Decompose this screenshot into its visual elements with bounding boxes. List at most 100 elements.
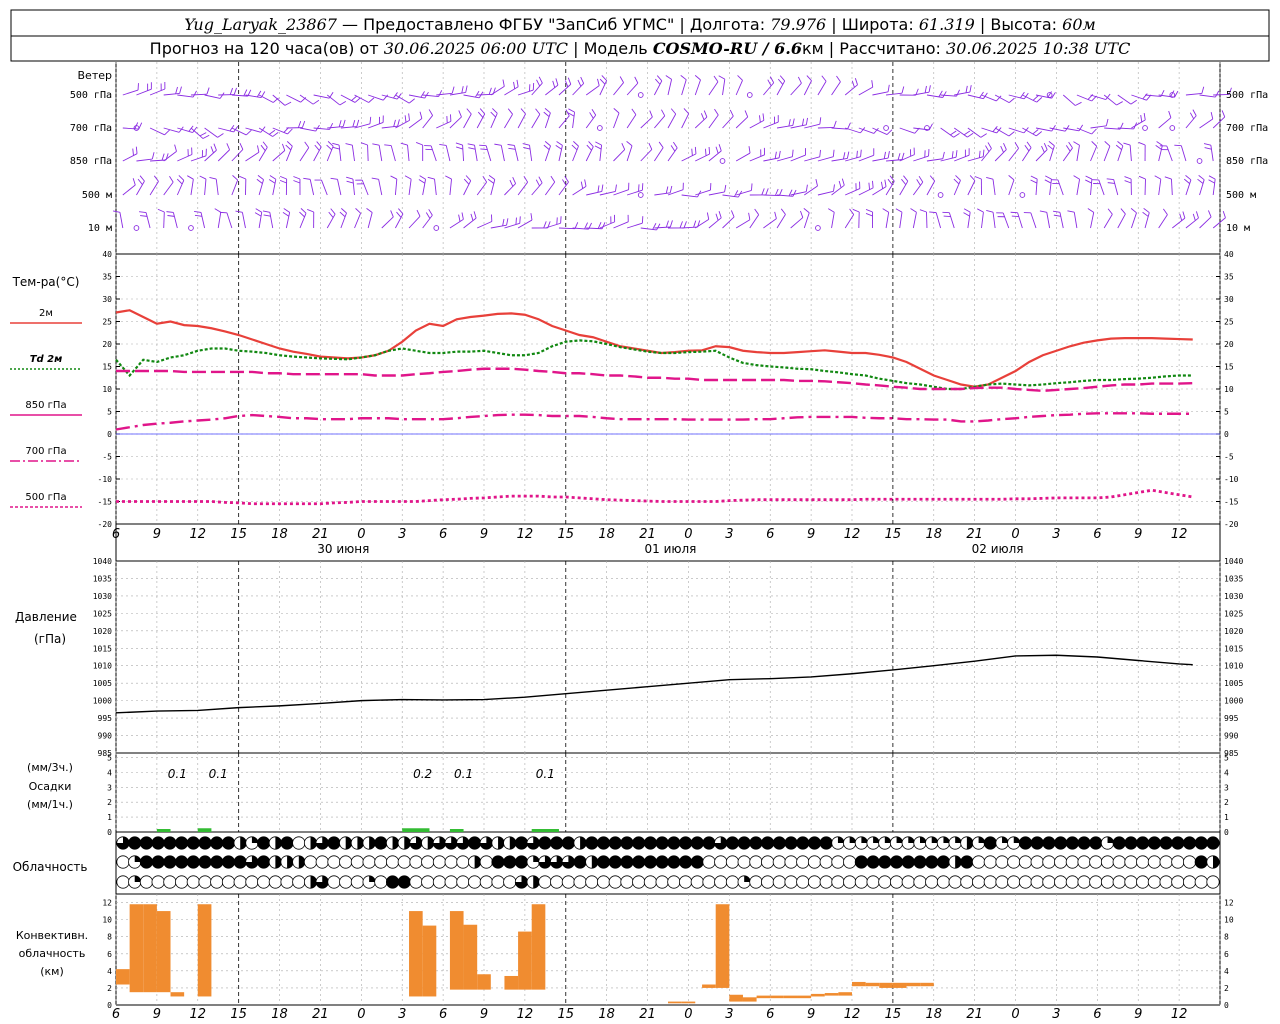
wind-feather — [140, 215, 148, 217]
wind-feather — [272, 132, 279, 137]
wind-feather — [665, 186, 669, 194]
wind-feather — [708, 146, 711, 155]
wind-feather — [1138, 175, 1146, 180]
cloud-symbol — [714, 855, 728, 869]
wind-barb — [994, 149, 1007, 162]
wind-feather — [329, 122, 334, 130]
wind-feather — [339, 101, 347, 106]
wind-barb — [722, 194, 739, 198]
wind-feather — [455, 142, 463, 146]
wind-barb — [1062, 147, 1073, 162]
cloud-symbol — [1136, 855, 1150, 869]
pres-tick-right: 1035 — [1224, 574, 1243, 583]
conv-bar — [852, 981, 866, 987]
prec-tick-right: 3 — [1224, 783, 1229, 792]
wind-feather — [326, 144, 333, 151]
wind-feather — [390, 210, 394, 218]
wind-barb — [912, 212, 917, 229]
wind-barb — [513, 145, 519, 162]
wind-barb — [136, 158, 153, 162]
wind-feather — [1091, 128, 1097, 135]
hour-label: 9 — [1134, 1007, 1142, 1022]
wind-barb — [736, 189, 752, 196]
temp-tick-right: 25 — [1224, 318, 1234, 327]
wind-level-500m-right: 500 м — [1226, 190, 1256, 201]
wind-barb — [572, 112, 575, 129]
wind-barb — [763, 82, 775, 96]
cloud-overcast — [655, 836, 669, 850]
wind-feather — [494, 143, 502, 146]
cloud-overcast — [374, 836, 388, 850]
cloud-overcast — [198, 836, 212, 850]
wind-feather — [281, 143, 286, 151]
cloud-symbol — [1136, 875, 1150, 889]
cloud-symbol — [784, 875, 798, 889]
cloud-symbol — [1182, 855, 1197, 869]
cloud-symbol — [831, 855, 845, 869]
wind-feather — [938, 90, 943, 98]
conv-bar — [129, 904, 144, 993]
wind-barb — [599, 221, 615, 229]
pres-tick-left: 995 — [98, 714, 113, 723]
wind-barb — [899, 212, 903, 229]
wind-barb — [599, 190, 616, 196]
wind-feather — [473, 211, 477, 219]
wind-barb — [354, 213, 362, 229]
cloud-overcast — [175, 855, 189, 869]
wind-feather — [332, 142, 340, 146]
wind-barb — [776, 80, 786, 96]
wind-barb — [163, 92, 180, 96]
wind-feather — [269, 175, 277, 180]
wind-feather — [910, 208, 917, 213]
wind-feather — [868, 182, 870, 190]
wind-feather — [895, 208, 903, 213]
wind-feather — [479, 144, 487, 147]
hour-label: 3 — [725, 527, 733, 542]
wind-feather — [1170, 90, 1175, 97]
wind-barb — [531, 113, 541, 129]
cloud-overcast — [175, 836, 189, 850]
wind-barb — [531, 182, 543, 196]
wind-feather — [963, 212, 970, 217]
wind-barb — [776, 214, 786, 229]
wind-level-500m: 500 м — [82, 190, 112, 201]
wind-feather — [371, 177, 379, 180]
wind-feather — [833, 120, 837, 128]
wind-feather — [1116, 101, 1123, 106]
hour-label: 0 — [357, 1007, 365, 1022]
wind-feather — [520, 108, 526, 115]
cloud-overcast — [632, 855, 646, 869]
wind-barb — [1158, 179, 1162, 196]
wind-feather — [1117, 141, 1124, 147]
wind-feather — [838, 180, 842, 188]
wind-feather — [1174, 90, 1179, 98]
model-unit: км — [802, 39, 824, 58]
wind-feather — [506, 218, 509, 226]
wind-feather — [219, 92, 225, 99]
wind-barb — [1076, 127, 1092, 135]
wind-barb — [1171, 178, 1173, 196]
conv-tick-right: 2 — [1224, 984, 1229, 993]
wind-barb — [1057, 179, 1064, 196]
cloud-symbol — [1018, 855, 1033, 869]
hour-label: 9 — [480, 1007, 488, 1022]
wind-feather — [769, 76, 775, 83]
cloud-overcast — [1089, 836, 1103, 850]
wind-barb — [749, 119, 765, 129]
calm-circle — [637, 92, 644, 98]
wind-barb — [326, 213, 336, 229]
cloud-symbol — [432, 875, 447, 889]
wind-feather — [634, 76, 639, 84]
cloud-overcast — [690, 855, 704, 869]
wind-feather — [166, 211, 174, 213]
hour-label: 6 — [1093, 527, 1101, 542]
wind-feather — [1008, 131, 1015, 137]
wind-barb — [1008, 179, 1015, 196]
wind-barb — [1049, 179, 1052, 196]
cloud-symbol — [925, 875, 939, 889]
temp-series-3 — [115, 412, 1193, 431]
wind-barb — [935, 212, 942, 229]
wind-feather — [552, 80, 556, 88]
wind-barb — [694, 116, 708, 129]
wind-barb — [378, 179, 383, 196]
